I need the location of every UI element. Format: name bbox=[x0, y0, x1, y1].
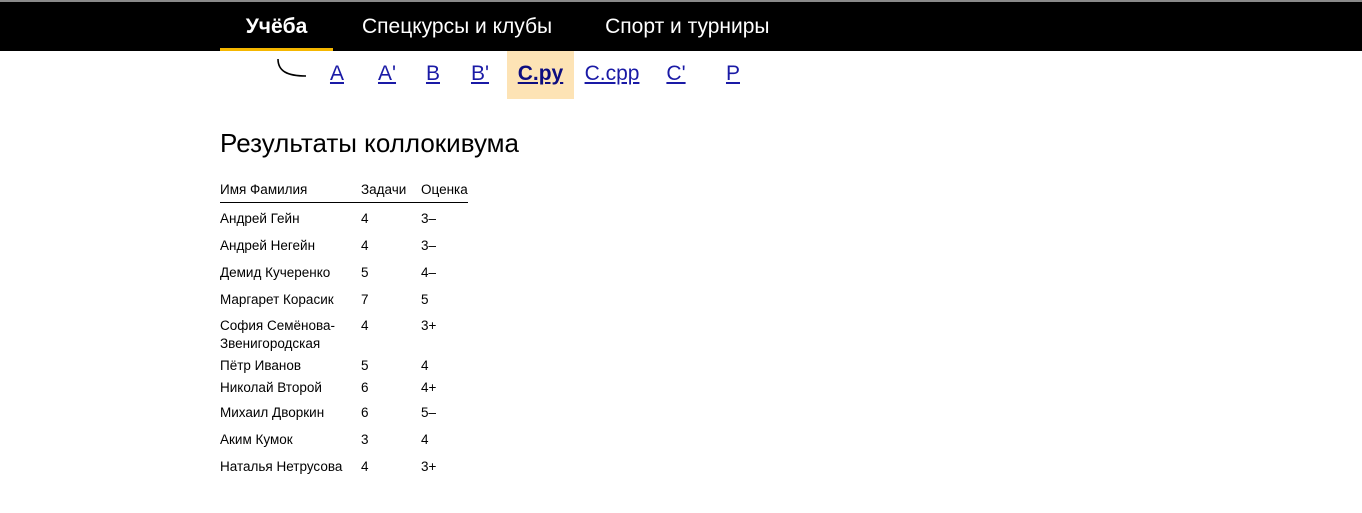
cell-grade: 4 bbox=[421, 432, 429, 447]
cell-grade: 5– bbox=[421, 405, 437, 420]
cell-grade: 3+ bbox=[421, 318, 437, 333]
table-row: София Семёнова-Звенигородская 4 3+ bbox=[220, 311, 468, 353]
cell-tasks: 3 bbox=[361, 432, 369, 447]
cell-grade: 3– bbox=[421, 238, 437, 253]
group-tab-c-prime[interactable]: C' bbox=[661, 51, 691, 99]
cell-tasks: 6 bbox=[361, 380, 369, 395]
cell-grade: 4 bbox=[421, 358, 429, 373]
cell-tasks: 7 bbox=[361, 292, 369, 307]
table-row: Пётр Иванов 5 4 bbox=[220, 353, 468, 375]
cell-tasks: 4 bbox=[361, 459, 369, 474]
cell-name: София Семёнова-Звенигородская bbox=[220, 318, 336, 351]
column-header-tasks: Задачи bbox=[361, 176, 421, 203]
cell-name: Андрей Гейн bbox=[220, 211, 300, 226]
cell-name: Наталья Нетрусова bbox=[220, 459, 343, 474]
group-tab-c-py[interactable]: C.py bbox=[507, 51, 574, 99]
table-header-row: Имя Фамилия Задачи Оценка bbox=[220, 176, 468, 203]
table-row: Николай Второй 6 4+ bbox=[220, 375, 468, 397]
cell-grade: 3+ bbox=[421, 459, 437, 474]
cell-tasks: 5 bbox=[361, 265, 369, 280]
cell-grade: 4– bbox=[421, 265, 437, 280]
column-header-name: Имя Фамилия bbox=[220, 176, 361, 203]
cell-name: Николай Второй bbox=[220, 380, 322, 395]
cell-grade: 4+ bbox=[421, 380, 437, 395]
cell-name: Пётр Иванов bbox=[220, 358, 302, 373]
table-row: Наталья Нетрусова 4 3+ bbox=[220, 451, 468, 478]
group-tab-b-prime[interactable]: B' bbox=[465, 51, 495, 99]
table-row: Демид Кучеренко 5 4– bbox=[220, 257, 468, 284]
main-nav: Учёба Спецкурсы и клубы Спорт и турниры bbox=[220, 2, 770, 51]
table-row: Маргарет Корасик 7 5 bbox=[220, 284, 468, 311]
group-tab-p[interactable]: P bbox=[718, 51, 748, 99]
group-tab-b[interactable]: B bbox=[418, 51, 448, 99]
group-tab-a[interactable]: A bbox=[322, 51, 352, 99]
cell-grade: 5 bbox=[421, 292, 429, 307]
results-table: Имя Фамилия Задачи Оценка Андрей Гейн 4 … bbox=[220, 176, 468, 478]
table-row: Андрей Негейн 4 3– bbox=[220, 230, 468, 257]
column-header-grade: Оценка bbox=[421, 176, 468, 203]
table-row: Андрей Гейн 4 3– bbox=[220, 203, 468, 231]
table-row: Михаил Дворкин 6 5– bbox=[220, 397, 468, 424]
cell-tasks: 4 bbox=[361, 318, 369, 333]
nav-item-courses-clubs[interactable]: Спецкурсы и клубы bbox=[362, 2, 552, 51]
cell-name: Андрей Негейн bbox=[220, 238, 316, 253]
group-tab-a-prime[interactable]: A' bbox=[372, 51, 402, 99]
group-subnav: A A' B B' C.py C.cpp C' P bbox=[0, 51, 1362, 100]
nav-item-sports-tournaments[interactable]: Спорт и турниры bbox=[605, 2, 769, 51]
table-row: Аким Кумок 3 4 bbox=[220, 424, 468, 451]
cell-tasks: 6 bbox=[361, 405, 369, 420]
cell-name: Аким Кумок bbox=[220, 432, 293, 447]
cell-name: Демид Кучеренко bbox=[220, 265, 331, 280]
cell-tasks: 4 bbox=[361, 211, 369, 226]
nav-item-study[interactable]: Учёба bbox=[220, 2, 333, 51]
cell-name: Михаил Дворкин bbox=[220, 405, 325, 420]
subnav-connector-curve bbox=[277, 58, 307, 77]
group-tab-c-cpp[interactable]: C.cpp bbox=[584, 51, 640, 99]
top-navigation-bar: Учёба Спецкурсы и клубы Спорт и турниры bbox=[0, 0, 1362, 51]
cell-tasks: 5 bbox=[361, 358, 369, 373]
page-title: Результаты коллокивума bbox=[220, 128, 519, 158]
cell-name: Маргарет Корасик bbox=[220, 292, 334, 307]
cell-grade: 3– bbox=[421, 211, 437, 226]
cell-tasks: 4 bbox=[361, 238, 369, 253]
